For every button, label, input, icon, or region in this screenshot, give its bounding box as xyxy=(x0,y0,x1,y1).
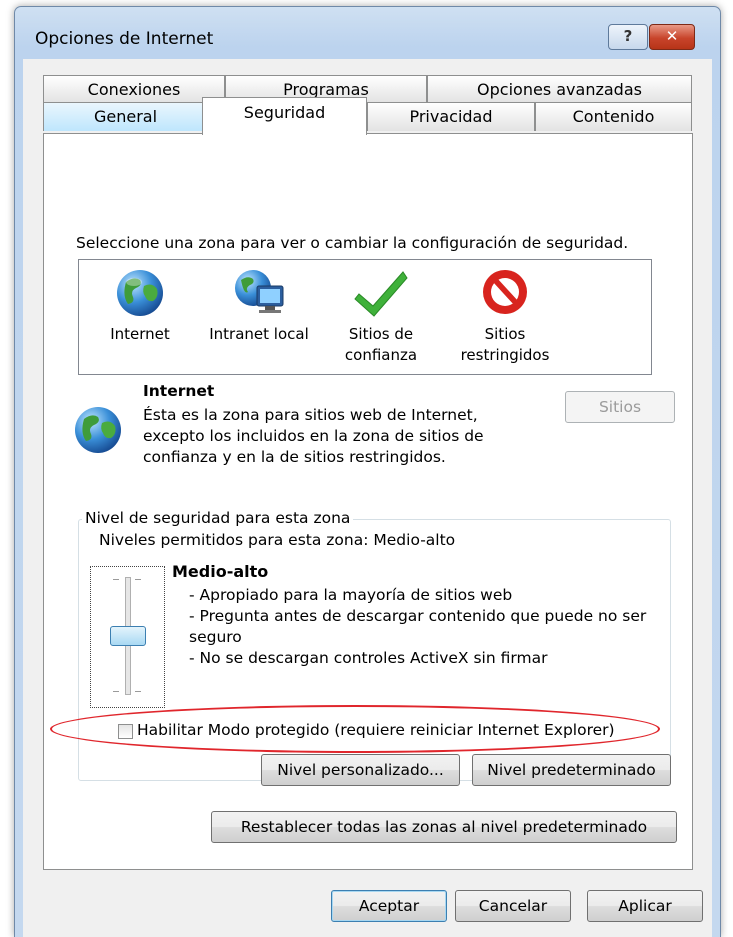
zone-label: Internet xyxy=(110,325,170,343)
custom-level-button[interactable]: Nivel personalizado... xyxy=(261,754,460,786)
title-bar[interactable]: Opciones de Internet ? ✕ xyxy=(15,7,720,65)
level-bullet-3: - No se descargan controles ActiveX sin … xyxy=(189,649,548,667)
no-entry-icon xyxy=(483,270,527,314)
zone-sitios-restringidos[interactable]: Sitios restringidos xyxy=(450,266,560,366)
zone-internet[interactable]: Internet xyxy=(85,266,195,345)
protected-mode-checkbox[interactable] xyxy=(118,724,133,739)
sites-button[interactable]: Sitios xyxy=(565,391,675,423)
slider-tick xyxy=(135,579,141,580)
globe-icon xyxy=(75,407,121,453)
zone-instruction: Seleccione una zona para ver o cambiar l… xyxy=(76,234,629,252)
zone-description-line3: confianza y en la de sitios restringidos… xyxy=(143,448,446,466)
apply-button[interactable]: Aplicar xyxy=(587,890,703,922)
zone-intranet-local[interactable]: Intranet local xyxy=(204,266,314,345)
zone-description-line1: Ésta es la zona para sitios web de Inter… xyxy=(143,406,478,424)
level-bullet-2-cont: seguro xyxy=(189,628,242,646)
close-button[interactable]: ✕ xyxy=(649,24,695,50)
default-level-button[interactable]: Nivel predeterminado xyxy=(472,754,671,786)
zone-label-line2: restringidos xyxy=(460,346,550,364)
zone-name: Internet xyxy=(143,382,215,400)
security-level-slider[interactable] xyxy=(90,566,165,708)
tab-privacidad[interactable]: Privacidad xyxy=(367,102,535,131)
tab-general[interactable]: General xyxy=(43,102,208,131)
checkmark-icon xyxy=(354,271,408,317)
tab-conexiones[interactable]: Conexiones xyxy=(43,75,225,102)
help-button[interactable]: ? xyxy=(608,24,648,50)
window-title: Opciones de Internet xyxy=(35,29,214,49)
security-level-group-title: Nivel de seguridad para esta zona xyxy=(82,509,354,527)
tab-seguridad[interactable]: Seguridad xyxy=(202,97,367,135)
reset-all-zones-button[interactable]: Restablecer todas las zonas al nivel pre… xyxy=(211,811,677,843)
allowed-levels-text: Niveles permitidos para esta zona: Medio… xyxy=(99,531,456,549)
intranet-icon xyxy=(235,270,284,313)
zone-label-line2: confianza xyxy=(344,346,418,364)
zone-sitios-de-confianza[interactable]: Sitios de confianza xyxy=(326,266,436,366)
level-name: Medio-alto xyxy=(172,562,269,581)
cancel-button[interactable]: Cancelar xyxy=(455,890,571,922)
slider-thumb[interactable] xyxy=(110,626,146,646)
zone-label-line1: Sitios xyxy=(484,325,526,343)
slider-tick xyxy=(135,691,141,692)
tab-opciones-avanzadas[interactable]: Opciones avanzadas xyxy=(427,75,692,102)
zone-label-line1: Sitios de xyxy=(348,325,414,343)
level-bullet-2: - Pregunta antes de descargar contenido … xyxy=(189,607,647,625)
protected-mode-label[interactable]: Habilitar Modo protegido (requiere reini… xyxy=(137,721,615,739)
slider-tick xyxy=(113,691,119,692)
zone-label: Intranet local xyxy=(209,325,309,343)
security-tab-panel: Seleccione una zona para ver o cambiar l… xyxy=(43,133,693,870)
ok-button[interactable]: Aceptar xyxy=(331,890,447,922)
slider-tick xyxy=(113,579,119,580)
tab-contenido[interactable]: Contenido xyxy=(535,102,692,131)
internet-options-window: Opciones de Internet ? ✕ Conexiones Prog… xyxy=(14,6,721,937)
dialog-client-area: Conexiones Programas Opciones avanzadas … xyxy=(23,59,712,937)
zone-list[interactable]: Internet Intranet local Sitios de confia… xyxy=(78,259,652,375)
zone-description-line2: excepto los incluidos en la zona de siti… xyxy=(143,427,484,445)
level-bullet-1: - Apropiado para la mayoría de sitios we… xyxy=(189,586,513,604)
globe-icon xyxy=(117,270,163,316)
